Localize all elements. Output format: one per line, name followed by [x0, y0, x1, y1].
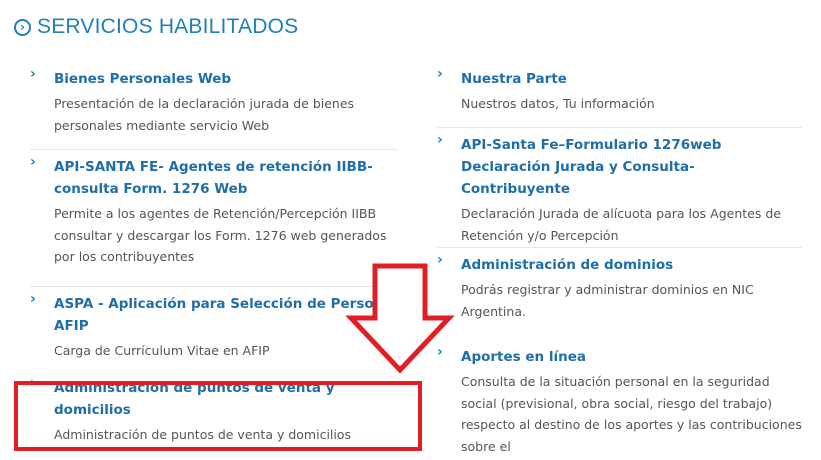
- service-link[interactable]: API-Santa Fe–Formulario 1276web Declarac…: [461, 128, 802, 200]
- chevron-right-icon: ›: [437, 66, 443, 82]
- service-description: Podrás registrar y administrar dominios …: [461, 282, 754, 319]
- service-description: Nuestros datos, Tu información: [461, 96, 655, 111]
- service-description: Permite a los agentes de Retención/Perce…: [54, 206, 387, 264]
- service-item: › Nuestra Parte Nuestros datos, Tu infor…: [437, 62, 802, 128]
- service-item: › Bienes Personales Web Presentación de …: [30, 62, 398, 150]
- service-item: › ASPA - Aplicación para Selección de Pe…: [30, 287, 398, 371]
- service-item: › Administración de dominios Podrás regi…: [437, 248, 802, 340]
- service-item: › API-SANTA FE- Agentes de retención IIB…: [30, 150, 398, 287]
- highlight-box: [14, 381, 422, 451]
- section-header: › SERVICIOS HABILITADOS: [14, 12, 298, 42]
- chevron-right-icon: ›: [30, 291, 36, 307]
- service-link[interactable]: Aportes en línea: [461, 340, 802, 368]
- circle-chevron-right-icon: ›: [14, 18, 31, 36]
- service-item: › API-Santa Fe–Formulario 1276web Declar…: [437, 128, 802, 248]
- service-link[interactable]: API-SANTA FE- Agentes de retención IIBB-…: [54, 150, 398, 200]
- chevron-right-icon: ›: [30, 66, 36, 82]
- service-item: › Aportes en línea Consulta de la situac…: [437, 340, 802, 460]
- service-description: Consulta de la situación personal en la …: [461, 374, 802, 454]
- service-description: Declaración Jurada de alícuota para los …: [461, 206, 781, 243]
- service-description: Presentación de la declaración jurada de…: [54, 96, 355, 133]
- services-column-right: › Nuestra Parte Nuestros datos, Tu infor…: [437, 62, 802, 460]
- chevron-right-icon: ›: [30, 154, 36, 170]
- section-title: SERVICIOS HABILITADOS: [37, 15, 299, 38]
- arrow-down-icon: [345, 263, 455, 374]
- service-link[interactable]: Bienes Personales Web: [54, 62, 398, 90]
- chevron-right-icon: ›: [437, 132, 443, 148]
- service-link[interactable]: Administración de dominios: [461, 248, 802, 276]
- service-link[interactable]: Nuestra Parte: [461, 62, 802, 90]
